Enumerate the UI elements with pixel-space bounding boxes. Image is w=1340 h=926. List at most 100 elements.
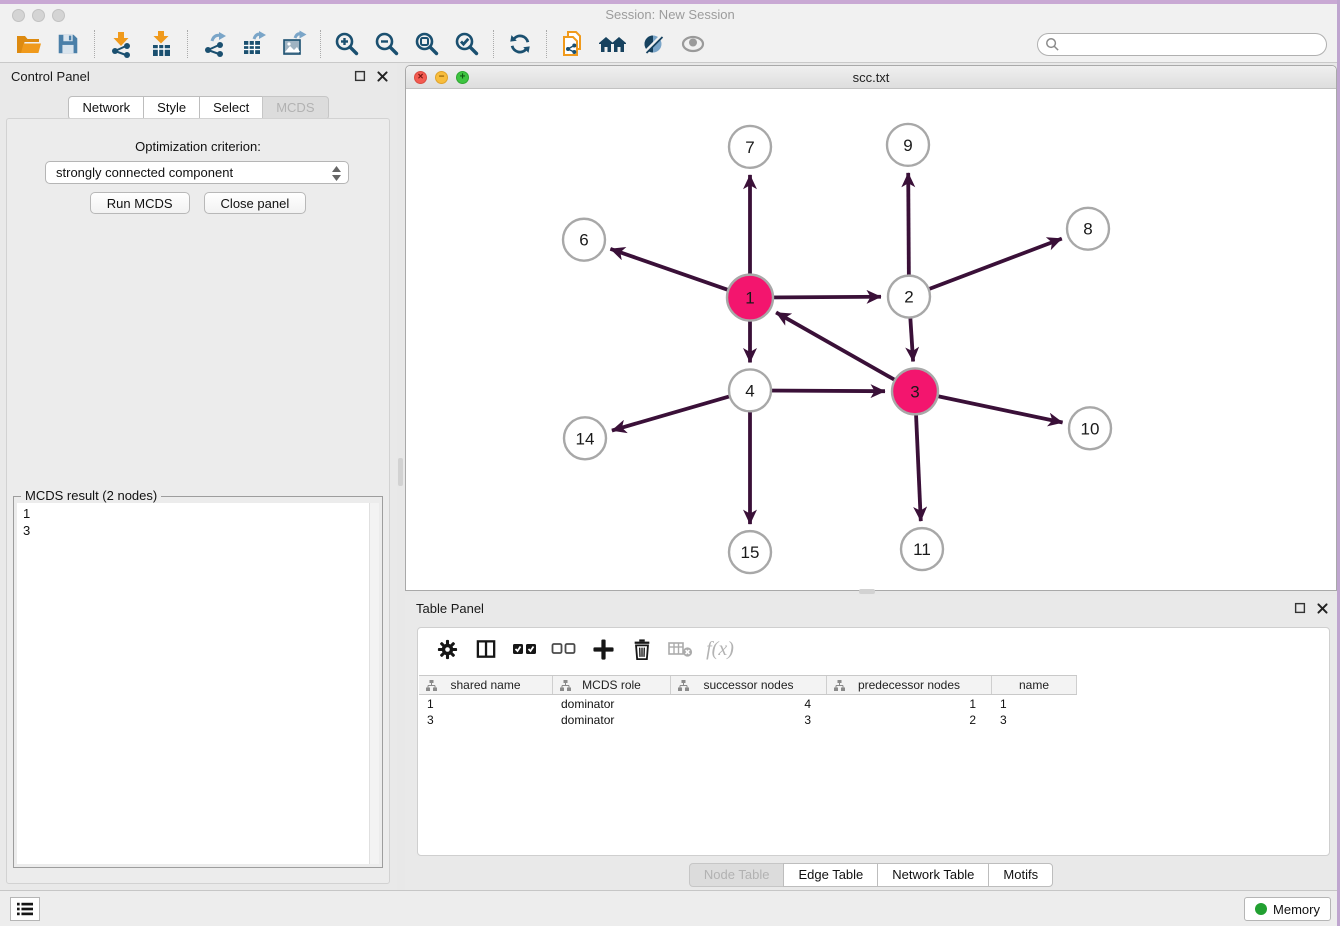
close-panel-button[interactable]: Close panel bbox=[204, 192, 307, 214]
delete-table-icon[interactable] bbox=[666, 635, 696, 663]
column-header-shared-name[interactable]: shared name bbox=[419, 676, 553, 694]
hide-selected-eye-icon[interactable] bbox=[633, 27, 673, 61]
node-table-container: f(x) shared nameMCDS rolesuccessor nodes… bbox=[417, 627, 1330, 856]
refresh-view-icon[interactable] bbox=[500, 27, 540, 61]
close-panel-icon[interactable] bbox=[1316, 602, 1329, 615]
cell-mcds-role[interactable]: dominator bbox=[553, 712, 671, 728]
dropdown-stepper-icon bbox=[331, 165, 342, 182]
horizontal-splitter-handle[interactable] bbox=[859, 589, 875, 594]
graph-edge-2-8[interactable] bbox=[909, 239, 1062, 297]
mcds-result-title: MCDS result (2 nodes) bbox=[21, 488, 161, 503]
network-window-titlebar[interactable]: × − + scc.txt bbox=[406, 66, 1336, 89]
cell-shared-name[interactable]: 1 bbox=[419, 696, 553, 712]
control-panel: Control Panel NetworkStyleSelectMCDS Opt… bbox=[0, 63, 397, 890]
cell-name[interactable]: 3 bbox=[992, 712, 1077, 728]
graph-node-7[interactable]: 7 bbox=[729, 126, 771, 168]
control-panel-tabs: NetworkStyleSelectMCDS bbox=[0, 96, 397, 120]
tab-mcds[interactable]: MCDS bbox=[262, 96, 328, 120]
criterion-dropdown[interactable]: strongly connected component bbox=[45, 161, 349, 184]
tab-network[interactable]: Network bbox=[68, 96, 144, 120]
graph-node-3[interactable]: 3 bbox=[892, 368, 938, 414]
duplicate-network-icon[interactable] bbox=[553, 27, 593, 61]
mcds-result-area[interactable]: 1 3 bbox=[17, 503, 379, 864]
cell-mcds-role[interactable]: dominator bbox=[553, 696, 671, 712]
cell-name[interactable]: 1 bbox=[992, 696, 1077, 712]
float-panel-icon[interactable] bbox=[353, 69, 367, 83]
svg-text:9: 9 bbox=[903, 136, 912, 155]
zoom-fit-icon[interactable] bbox=[407, 27, 447, 61]
task-history-button[interactable] bbox=[10, 897, 40, 921]
memory-status-dot bbox=[1255, 903, 1267, 915]
desktop-strip-top bbox=[0, 0, 1340, 4]
tab-network-table[interactable]: Network Table bbox=[877, 863, 989, 887]
graph-node-10[interactable]: 10 bbox=[1069, 407, 1111, 449]
column-header-mcds-role[interactable]: MCDS role bbox=[553, 676, 671, 694]
show-all-eye-icon[interactable] bbox=[673, 27, 713, 61]
svg-text:11: 11 bbox=[913, 540, 931, 559]
graph-node-11[interactable]: 11 bbox=[901, 528, 943, 570]
column-header-name[interactable]: name bbox=[992, 676, 1077, 694]
graph-node-2[interactable]: 2 bbox=[888, 276, 930, 318]
show-column-icon[interactable] bbox=[471, 635, 501, 663]
search-box[interactable] bbox=[1037, 33, 1327, 56]
deselect-all-rows-icon[interactable] bbox=[549, 635, 579, 663]
graph-node-15[interactable]: 15 bbox=[729, 531, 771, 573]
save-session-icon[interactable] bbox=[48, 27, 88, 61]
mcds-panel: Optimization criterion: strongly connect… bbox=[6, 118, 390, 884]
tab-select[interactable]: Select bbox=[199, 96, 263, 120]
criterion-value: strongly connected component bbox=[56, 165, 233, 180]
network-canvas[interactable]: 7 9 6 8 1 2 4 3 14 10 15 11 bbox=[406, 89, 1336, 590]
import-network-icon[interactable] bbox=[101, 27, 141, 61]
table-row[interactable]: 1dominator411 bbox=[419, 696, 1328, 712]
import-table-icon[interactable] bbox=[141, 27, 181, 61]
settings-gear-icon[interactable] bbox=[432, 635, 462, 663]
memory-button[interactable]: Memory bbox=[1244, 897, 1331, 921]
zoom-out-icon[interactable] bbox=[367, 27, 407, 61]
graph-node-1[interactable]: 1 bbox=[727, 275, 773, 321]
svg-text:3: 3 bbox=[910, 382, 919, 401]
graph-node-14[interactable]: 14 bbox=[564, 417, 606, 459]
svg-text:1: 1 bbox=[745, 289, 754, 308]
cell-successor-nodes[interactable]: 4 bbox=[671, 696, 827, 712]
open-folder-icon[interactable] bbox=[8, 27, 48, 61]
tab-node-table[interactable]: Node Table bbox=[689, 863, 785, 887]
search-icon bbox=[1045, 37, 1060, 52]
vertical-splitter-handle[interactable] bbox=[398, 458, 403, 486]
cell-shared-name[interactable]: 3 bbox=[419, 712, 553, 728]
float-panel-icon[interactable] bbox=[1293, 601, 1307, 615]
result-scrollbar[interactable] bbox=[369, 503, 379, 864]
tab-style[interactable]: Style bbox=[143, 96, 200, 120]
cell-predecessor-nodes[interactable]: 1 bbox=[827, 696, 992, 712]
select-all-rows-icon[interactable] bbox=[510, 635, 540, 663]
export-image-icon[interactable] bbox=[274, 27, 314, 61]
svg-text:4: 4 bbox=[745, 381, 754, 400]
graph-node-4[interactable]: 4 bbox=[729, 369, 771, 411]
column-header-successor-nodes[interactable]: successor nodes bbox=[671, 676, 827, 694]
close-panel-icon[interactable] bbox=[376, 70, 389, 83]
export-network-icon[interactable] bbox=[194, 27, 234, 61]
network-window: × − + scc.txt 7 9 6 8 1 2 4 3 14 10 15 11 bbox=[405, 65, 1337, 591]
export-table-icon[interactable] bbox=[234, 27, 274, 61]
search-input[interactable] bbox=[1065, 36, 1326, 54]
graph-node-8[interactable]: 8 bbox=[1067, 208, 1109, 250]
function-builder-icon[interactable]: f(x) bbox=[705, 635, 735, 663]
zoom-in-icon[interactable] bbox=[327, 27, 367, 61]
cell-predecessor-nodes[interactable]: 2 bbox=[827, 712, 992, 728]
mcds-result-text: 1 3 bbox=[17, 503, 369, 864]
tab-motifs[interactable]: Motifs bbox=[988, 863, 1053, 887]
table-header-row: shared nameMCDS rolesuccessor nodesprede… bbox=[419, 675, 1077, 695]
graph-node-9[interactable]: 9 bbox=[887, 124, 929, 166]
add-row-icon[interactable] bbox=[588, 635, 618, 663]
run-mcds-button[interactable]: Run MCDS bbox=[90, 192, 190, 214]
network-window-title: scc.txt bbox=[406, 70, 1336, 85]
tab-edge-table[interactable]: Edge Table bbox=[783, 863, 878, 887]
cell-successor-nodes[interactable]: 3 bbox=[671, 712, 827, 728]
zoom-selected-icon[interactable] bbox=[447, 27, 487, 61]
graph-node-6[interactable]: 6 bbox=[563, 219, 605, 261]
delete-row-trash-icon[interactable] bbox=[627, 635, 657, 663]
toolbar-separator bbox=[493, 30, 494, 58]
table-row[interactable]: 3dominator323 bbox=[419, 712, 1328, 728]
mcds-result-group: MCDS result (2 nodes) 1 3 bbox=[13, 496, 383, 868]
column-header-predecessor-nodes[interactable]: predecessor nodes bbox=[827, 676, 992, 694]
first-neighbors-icon[interactable] bbox=[593, 27, 633, 61]
